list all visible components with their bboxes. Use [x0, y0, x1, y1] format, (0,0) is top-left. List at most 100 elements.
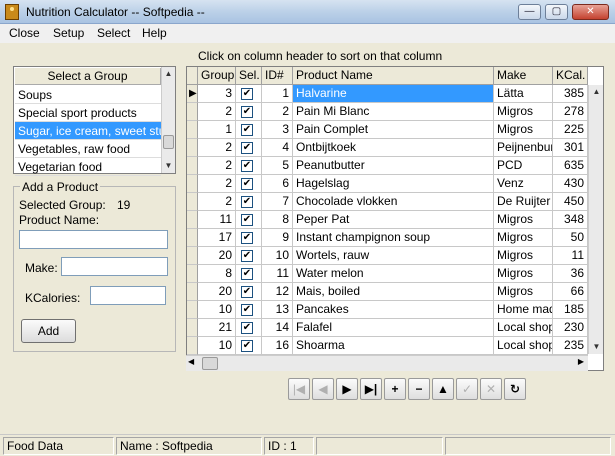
checkbox[interactable]: ✔ — [241, 304, 253, 316]
group-cell[interactable]: 2 — [198, 175, 236, 193]
group-list-scrollbar[interactable]: ▲ ▼ — [161, 67, 175, 173]
product-name-cell[interactable]: Hagelslag — [293, 175, 494, 193]
group-cell[interactable]: 20 — [198, 247, 236, 265]
kcal-cell[interactable]: 385 — [553, 85, 588, 103]
kcal-cell[interactable]: 11 — [553, 247, 588, 265]
make-cell[interactable]: Migros — [494, 103, 553, 121]
minimize-icon[interactable]: — — [518, 4, 541, 20]
scroll-up-icon[interactable]: ▲ — [162, 67, 175, 81]
select-checkbox-cell[interactable]: ✔ — [236, 247, 262, 265]
checkbox[interactable]: ✔ — [241, 250, 253, 262]
row-indicator[interactable] — [187, 211, 198, 229]
product-name-cell[interactable]: Mais, boiled — [293, 283, 494, 301]
kcal-cell[interactable]: 50 — [553, 229, 588, 247]
select-checkbox-cell[interactable]: ✔ — [236, 193, 262, 211]
product-grid[interactable]: Group Sel. ID# Product Name Make KCal. ▶ 3 ✔ 1 Ha… — [186, 66, 604, 371]
row-indicator[interactable] — [187, 157, 198, 175]
select-checkbox-cell[interactable]: ✔ — [236, 103, 262, 121]
make-cell[interactable]: Local shop — [494, 337, 553, 355]
id-cell[interactable]: 1 — [262, 85, 293, 103]
product-name-cell[interactable]: Chocolade vlokken — [293, 193, 494, 211]
kcal-cell[interactable]: 635 — [553, 157, 588, 175]
make-cell[interactable]: De Ruijter — [494, 193, 553, 211]
row-indicator[interactable]: ▶ — [187, 85, 198, 103]
group-list-item[interactable]: Special sport products — [15, 104, 161, 122]
menu-close[interactable]: Close — [9, 26, 40, 40]
product-name-cell[interactable]: Water melon — [293, 265, 494, 283]
checkbox[interactable]: ✔ — [241, 88, 253, 100]
scroll-thumb[interactable] — [163, 135, 174, 149]
row-indicator[interactable] — [187, 337, 198, 355]
make-cell[interactable]: Peijnenburg — [494, 139, 553, 157]
insert-record-button[interactable]: + — [384, 378, 406, 400]
cancel-edit-button[interactable]: ✕ — [480, 378, 502, 400]
kcal-cell[interactable]: 348 — [553, 211, 588, 229]
group-cell[interactable]: 3 — [198, 85, 236, 103]
checkbox[interactable]: ✔ — [241, 196, 253, 208]
group-cell[interactable]: 2 — [198, 157, 236, 175]
column-header[interactable]: Sel. — [236, 67, 262, 85]
group-cell[interactable]: 1 — [198, 121, 236, 139]
group-list-item[interactable]: Sugar, ice cream, sweet stuff — [15, 122, 161, 140]
make-cell[interactable]: Lätta — [494, 85, 553, 103]
scroll-right-icon[interactable]: ▶ — [578, 357, 584, 366]
kcal-cell[interactable]: 66 — [553, 283, 588, 301]
checkbox[interactable]: ✔ — [241, 106, 253, 118]
id-cell[interactable]: 16 — [262, 337, 293, 355]
group-cell[interactable]: 20 — [198, 283, 236, 301]
id-cell[interactable]: 5 — [262, 157, 293, 175]
id-cell[interactable]: 4 — [262, 139, 293, 157]
column-header[interactable]: Group — [198, 67, 236, 85]
close-icon[interactable]: ✕ — [572, 4, 609, 20]
select-checkbox-cell[interactable]: ✔ — [236, 301, 262, 319]
product-name-field[interactable] — [19, 230, 168, 249]
id-cell[interactable]: 7 — [262, 193, 293, 211]
make-cell[interactable]: Migros — [494, 283, 553, 301]
edit-record-button[interactable]: ▲ — [432, 378, 454, 400]
group-cell[interactable]: 17 — [198, 229, 236, 247]
column-header[interactable]: KCal. — [553, 67, 588, 85]
select-checkbox-cell[interactable]: ✔ — [236, 211, 262, 229]
kcal-cell[interactable]: 36 — [553, 265, 588, 283]
select-checkbox-cell[interactable]: ✔ — [236, 229, 262, 247]
product-name-cell[interactable]: Peper Pat — [293, 211, 494, 229]
row-indicator[interactable] — [187, 193, 198, 211]
product-name-cell[interactable]: Pain Complet — [293, 121, 494, 139]
group-list-item[interactable]: Vegetables, raw food — [15, 140, 161, 158]
kcal-cell[interactable]: 301 — [553, 139, 588, 157]
product-name-cell[interactable]: Pancakes — [293, 301, 494, 319]
kcal-cell[interactable]: 430 — [553, 175, 588, 193]
checkbox[interactable]: ✔ — [241, 340, 253, 352]
id-cell[interactable]: 8 — [262, 211, 293, 229]
make-cell[interactable]: Migros — [494, 121, 553, 139]
checkbox[interactable]: ✔ — [241, 142, 253, 154]
product-name-cell[interactable]: Falafel — [293, 319, 494, 337]
maximize-icon[interactable]: ▢ — [545, 4, 568, 20]
make-cell[interactable]: PCD — [494, 157, 553, 175]
grid-vertical-scrollbar[interactable]: ▲ ▼ — [588, 85, 603, 354]
product-name-cell[interactable]: Pain Mi Blanc — [293, 103, 494, 121]
last-record-button[interactable]: ▶| — [360, 378, 382, 400]
prior-record-button[interactable]: ◀ — [312, 378, 334, 400]
scroll-thumb[interactable] — [202, 357, 218, 370]
id-cell[interactable]: 11 — [262, 265, 293, 283]
column-header[interactable]: Make — [494, 67, 553, 85]
id-cell[interactable]: 6 — [262, 175, 293, 193]
group-list[interactable]: Select a Group Soups Special sport produc… — [13, 66, 176, 176]
row-indicator[interactable] — [187, 121, 198, 139]
group-cell[interactable]: 2 — [198, 139, 236, 157]
id-cell[interactable]: 12 — [262, 283, 293, 301]
select-checkbox-cell[interactable]: ✔ — [236, 175, 262, 193]
select-checkbox-cell[interactable]: ✔ — [236, 319, 262, 337]
group-cell[interactable]: 10 — [198, 337, 236, 355]
select-checkbox-cell[interactable]: ✔ — [236, 139, 262, 157]
scroll-down-icon[interactable]: ▼ — [162, 159, 175, 173]
row-indicator[interactable] — [187, 265, 198, 283]
row-indicator[interactable] — [187, 319, 198, 337]
row-indicator[interactable] — [187, 229, 198, 247]
product-name-cell[interactable]: Instant champignon soup — [293, 229, 494, 247]
id-cell[interactable]: 10 — [262, 247, 293, 265]
kcal-cell[interactable]: 450 — [553, 193, 588, 211]
refresh-button[interactable]: ↻ — [504, 378, 526, 400]
product-name-cell[interactable]: Halvarine — [293, 85, 494, 103]
